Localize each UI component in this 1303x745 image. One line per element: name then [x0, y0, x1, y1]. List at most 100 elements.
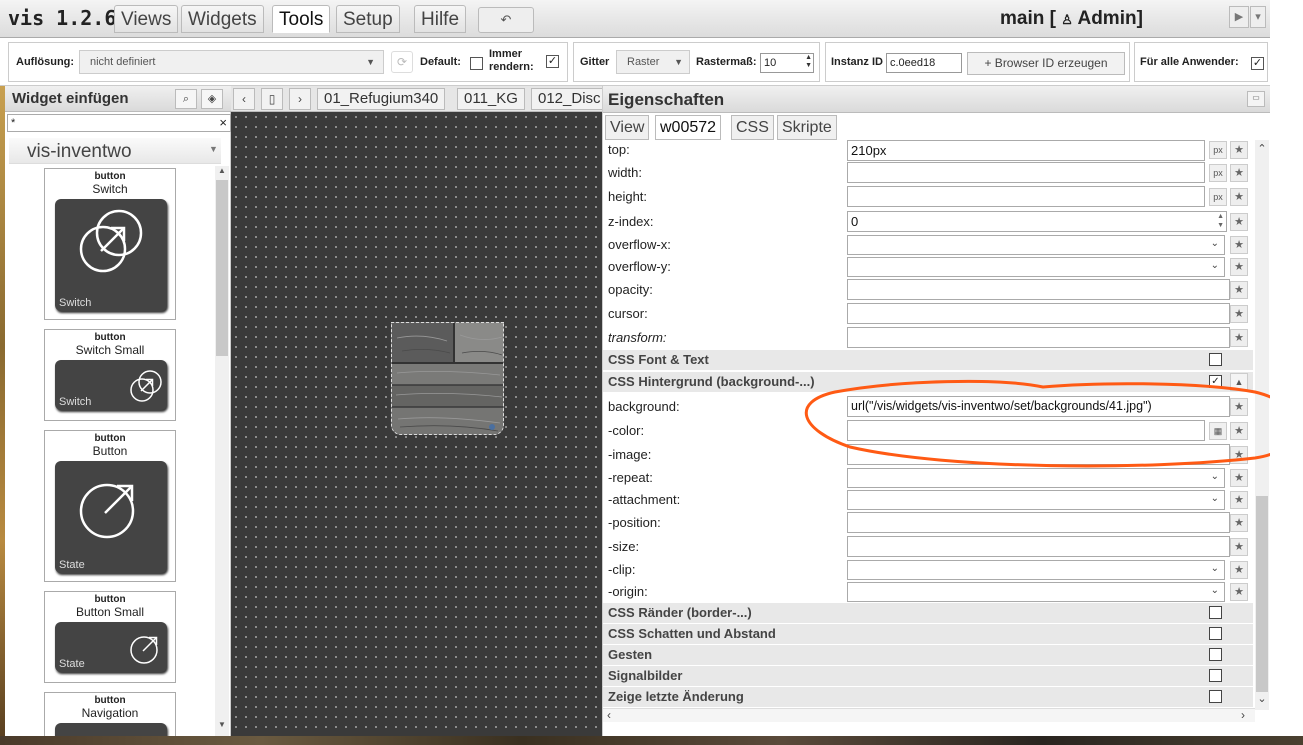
unit-toggle-height[interactable]: px — [1209, 188, 1227, 206]
tab-view[interactable]: View — [605, 115, 650, 140]
horizontal-scrollbar[interactable]: ‹ › — [603, 708, 1255, 722]
scroll-down-icon[interactable]: ▼ — [215, 720, 229, 732]
prop-select-attachment[interactable]: ⌄ — [847, 490, 1225, 510]
group-checkbox[interactable] — [1209, 690, 1222, 703]
default-checkbox[interactable] — [470, 57, 483, 70]
palette-scrollbar[interactable]: ▲ ▼ — [215, 166, 229, 736]
star-icon[interactable]: ★ — [1230, 305, 1248, 323]
tab-widgets[interactable]: Widgets — [181, 5, 264, 33]
refresh-button[interactable]: ⟳ — [391, 51, 413, 73]
tab-views[interactable]: Views — [114, 5, 179, 33]
prop-select-origin[interactable]: ⌄ — [847, 582, 1225, 602]
unit-toggle-width[interactable]: px — [1209, 164, 1227, 182]
view-tab-011-kg[interactable]: 011_KG — [457, 88, 525, 110]
group-checkbox[interactable] — [1209, 648, 1222, 661]
prop-input-z-index[interactable]: 0 ▲ ▼ — [847, 211, 1227, 232]
star-icon[interactable]: ★ — [1230, 236, 1248, 254]
prop-input-color[interactable] — [847, 420, 1205, 441]
group-checkbox[interactable] — [1209, 353, 1222, 366]
color-picker-button[interactable]: ▦ — [1209, 422, 1227, 440]
grid-size-input[interactable]: 10 ▲ ▼ — [760, 53, 814, 73]
widget-search-input[interactable]: * × — [7, 114, 231, 132]
chevron-up-icon[interactable]: ⌃ — [1255, 144, 1269, 156]
scroll-up-icon[interactable]: ▲ — [215, 166, 229, 178]
spinner-icon[interactable]: ▲ ▼ — [805, 54, 812, 70]
scroll-thumb[interactable] — [1256, 496, 1268, 692]
group-css-border[interactable]: CSS Ränder (border-...) — [603, 603, 1253, 623]
selected-widget-w00572[interactable] — [391, 322, 504, 435]
tab-tools[interactable]: Tools — [272, 5, 331, 33]
prop-input-size[interactable] — [847, 536, 1230, 557]
tab-skripte[interactable]: Skripte — [777, 115, 837, 140]
prop-input-image[interactable] — [847, 444, 1230, 465]
star-icon[interactable]: ★ — [1230, 583, 1248, 601]
properties-scrollbar[interactable]: ⌃ ⌄ — [1255, 140, 1269, 710]
group-css-font-text[interactable]: CSS Font & Text — [603, 350, 1253, 370]
play-button[interactable]: ▶ — [1229, 6, 1249, 28]
star-icon[interactable]: ★ — [1230, 164, 1248, 182]
grid-select[interactable]: Raster ▼ — [616, 50, 690, 74]
prop-input-top[interactable]: 210px — [847, 140, 1205, 161]
group-last-change[interactable]: Zeige letzte Änderung — [603, 687, 1253, 707]
widget-card-button[interactable]: button Button State — [44, 430, 176, 582]
tab-widget-w00572[interactable]: w00572 — [655, 115, 722, 140]
prop-input-position[interactable] — [847, 512, 1230, 533]
widget-set-selector[interactable]: vis-inventwo ▼ — [9, 138, 221, 164]
group-css-background[interactable]: CSS Hintergrund (background-...) ✓ ▲ — [603, 372, 1253, 392]
prop-select-overflow-x[interactable]: ⌄ — [847, 235, 1225, 255]
prop-input-cursor[interactable] — [847, 303, 1230, 324]
prop-input-opacity[interactable] — [847, 279, 1230, 300]
prop-select-overflow-y[interactable]: ⌄ — [847, 257, 1225, 277]
chevron-left-icon[interactable]: ‹ — [607, 708, 611, 722]
star-icon[interactable]: ★ — [1230, 446, 1248, 464]
star-icon[interactable]: ★ — [1230, 141, 1248, 159]
prev-view-button[interactable]: ‹ — [233, 88, 255, 110]
delete-view-button[interactable]: ▯ — [261, 88, 283, 110]
star-icon[interactable]: ★ — [1230, 258, 1248, 276]
group-signals[interactable]: Signalbilder — [603, 666, 1253, 686]
filter-button[interactable]: ⌕ — [175, 89, 197, 109]
prop-input-transform[interactable] — [847, 327, 1230, 348]
star-icon[interactable]: ★ — [1230, 491, 1248, 509]
star-icon[interactable]: ★ — [1230, 213, 1248, 231]
next-view-button[interactable]: › — [289, 88, 311, 110]
tab-css[interactable]: CSS — [731, 115, 774, 140]
chevron-right-icon[interactable]: › — [1241, 708, 1245, 722]
widget-card-switch[interactable]: button Switch Switch — [44, 168, 176, 320]
group-gestures[interactable]: Gesten — [603, 645, 1253, 665]
star-icon[interactable]: ★ — [1230, 281, 1248, 299]
widget-card-switch-small[interactable]: button Switch Small Switch — [44, 329, 176, 421]
always-render-checkbox[interactable]: ✓ — [546, 55, 559, 68]
collapse-panel-button[interactable]: ▭ — [1247, 91, 1265, 107]
star-icon[interactable]: ★ — [1230, 561, 1248, 579]
undo-button[interactable]: ↶ — [478, 7, 534, 33]
group-checkbox[interactable] — [1209, 669, 1222, 682]
unit-toggle-top[interactable]: px — [1209, 141, 1227, 159]
all-users-checkbox[interactable]: ✓ — [1251, 57, 1264, 70]
star-icon[interactable]: ★ — [1230, 398, 1248, 416]
create-browser-id-button[interactable]: + Browser ID erzeugen — [967, 52, 1125, 75]
prop-input-width[interactable] — [847, 162, 1205, 183]
tab-setup[interactable]: Setup — [336, 5, 400, 33]
widget-card-navigation[interactable]: button Navigation — [44, 692, 176, 736]
widget-card-button-small[interactable]: button Button Small State — [44, 591, 176, 683]
prop-input-background[interactable]: url("/vis/widgets/vis-inventwo/set/backg… — [847, 396, 1230, 417]
group-css-shadow[interactable]: CSS Schatten und Abstand — [603, 624, 1253, 644]
star-icon[interactable]: ★ — [1230, 514, 1248, 532]
view-tab-01-refugium340[interactable]: 01_Refugium340 — [317, 88, 446, 110]
tag-button[interactable]: ◈ — [201, 89, 223, 109]
star-icon[interactable]: ★ — [1230, 188, 1248, 206]
star-icon[interactable]: ★ — [1230, 469, 1248, 487]
instance-id-input[interactable]: c.0eed18 — [886, 53, 962, 73]
more-button[interactable]: ▾ — [1250, 6, 1266, 28]
star-icon[interactable]: ★ — [1230, 329, 1248, 347]
collapse-group-button[interactable]: ▲ — [1230, 373, 1248, 391]
prop-select-clip[interactable]: ⌄ — [847, 560, 1225, 580]
group-checkbox[interactable]: ✓ — [1209, 375, 1222, 388]
star-icon[interactable]: ★ — [1230, 422, 1248, 440]
chevron-down-icon[interactable]: ⌄ — [1255, 694, 1269, 706]
spinner-icon[interactable]: ▲ ▼ — [1217, 212, 1224, 230]
tab-hilfe[interactable]: Hilfe — [414, 5, 467, 33]
resolution-select[interactable]: nicht definiert ▼ — [79, 50, 384, 74]
group-checkbox[interactable] — [1209, 627, 1222, 640]
